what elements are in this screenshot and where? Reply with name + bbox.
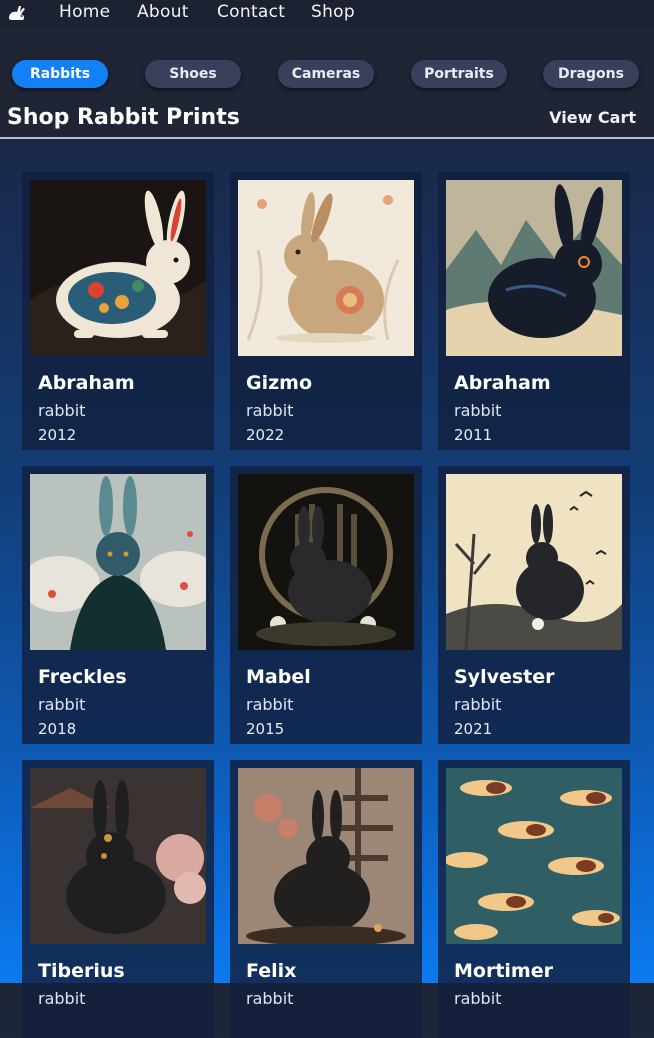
product-name: Abraham	[454, 372, 551, 394]
product-card[interactable]: Abraham rabbit 2011	[438, 172, 630, 450]
product-year: 2011	[454, 426, 493, 444]
filter-portraits-pill[interactable]: Portraits	[411, 60, 507, 88]
filter-dragons-pill[interactable]: Dragons	[543, 60, 639, 88]
product-name: Freckles	[38, 666, 127, 688]
page-title: Shop Rabbit Prints	[7, 105, 240, 130]
product-type: rabbit	[38, 989, 86, 1008]
product-image[interactable]	[30, 768, 206, 944]
product-year: 2018	[38, 720, 77, 738]
filter-shoes-pill[interactable]: Shoes	[145, 60, 241, 88]
nav-shop-link[interactable]: Shop	[311, 2, 355, 22]
product-name: Tiberius	[38, 960, 125, 982]
product-type: rabbit	[454, 989, 502, 1008]
product-image[interactable]	[30, 180, 206, 356]
product-card[interactable]: Abraham rabbit 2012	[22, 172, 214, 450]
product-year: 2021	[454, 720, 493, 738]
filter-cameras-pill[interactable]: Cameras	[278, 60, 374, 88]
nav-about-link[interactable]: About	[137, 2, 189, 22]
product-card[interactable]: Sylvester rabbit 2021	[438, 466, 630, 744]
product-type: rabbit	[246, 695, 294, 714]
view-cart-link[interactable]: View Cart	[549, 108, 636, 127]
product-image[interactable]	[238, 474, 414, 650]
product-year: 2015	[246, 720, 285, 738]
product-image[interactable]	[238, 180, 414, 356]
product-name: Sylvester	[454, 666, 555, 688]
product-image[interactable]	[238, 768, 414, 944]
product-year: 2012	[38, 426, 77, 444]
product-image[interactable]	[446, 474, 622, 650]
product-card[interactable]: Felix rabbit	[230, 760, 422, 1038]
top-nav: Home About Contact Shop	[0, 0, 654, 28]
product-card[interactable]: Gizmo rabbit 2022	[230, 172, 422, 450]
nav-contact-link[interactable]: Contact	[217, 2, 285, 22]
header-divider	[0, 137, 654, 139]
product-type: rabbit	[454, 401, 502, 420]
product-type: rabbit	[454, 695, 502, 714]
product-type: rabbit	[38, 401, 86, 420]
product-name: Mabel	[246, 666, 311, 688]
product-card[interactable]: Freckles rabbit 2018	[22, 466, 214, 744]
product-type: rabbit	[246, 401, 294, 420]
product-image[interactable]	[446, 180, 622, 356]
product-image[interactable]	[446, 768, 622, 944]
product-card[interactable]: Mortimer rabbit	[438, 760, 630, 1038]
product-name: Gizmo	[246, 372, 313, 394]
product-name: Felix	[246, 960, 297, 982]
product-year: 2022	[246, 426, 285, 444]
product-name: Abraham	[38, 372, 135, 394]
rabbit-logo-icon[interactable]	[6, 2, 30, 24]
product-name: Mortimer	[454, 960, 553, 982]
product-type: rabbit	[246, 989, 294, 1008]
product-image[interactable]	[30, 474, 206, 650]
product-card[interactable]: Tiberius rabbit	[22, 760, 214, 1038]
product-card[interactable]: Mabel rabbit 2015	[230, 466, 422, 744]
filter-rabbits-pill[interactable]: Rabbits	[12, 60, 108, 88]
product-type: rabbit	[38, 695, 86, 714]
nav-home-link[interactable]: Home	[59, 2, 110, 22]
